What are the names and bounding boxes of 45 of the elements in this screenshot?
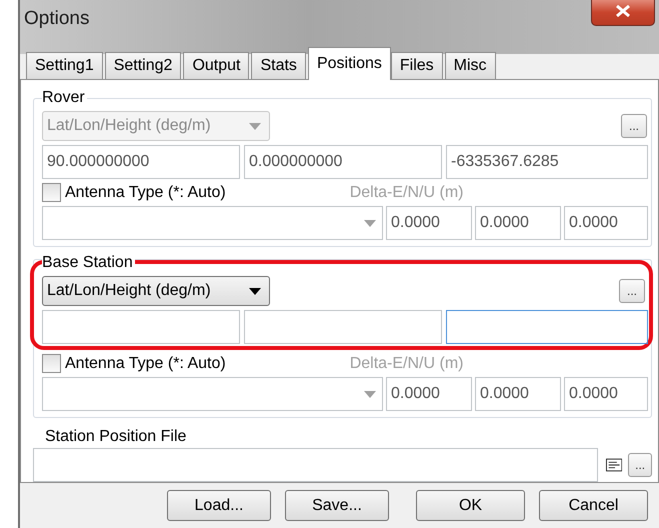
station-file-label: Station Position File xyxy=(45,428,188,446)
station-file-field[interactable] xyxy=(33,448,598,482)
tab[interactable]: Misc xyxy=(444,52,496,80)
antenna-checkbox[interactable] xyxy=(42,183,61,202)
list-icon xyxy=(606,458,622,472)
dropdown-arrow-icon xyxy=(249,288,261,294)
delta-field[interactable]: 0.0000 xyxy=(475,206,561,240)
coordinate-field[interactable] xyxy=(244,310,442,344)
dialog-button[interactable]: OK xyxy=(416,490,525,521)
tab[interactable]: Stats xyxy=(251,52,306,80)
tab[interactable]: Output xyxy=(183,52,250,80)
antenna-checkbox[interactable] xyxy=(42,354,61,373)
dropdown-arrow-icon xyxy=(364,220,376,226)
close-button[interactable] xyxy=(591,0,655,26)
antenna-dropdown[interactable] xyxy=(42,377,383,411)
tab[interactable]: Setting2 xyxy=(104,52,182,80)
delta-field[interactable]: 0.0000 xyxy=(475,377,561,411)
dialog-button[interactable]: Save... xyxy=(285,490,389,521)
dialog-button[interactable]: Load... xyxy=(167,490,271,521)
window-title: Options xyxy=(24,8,90,30)
delta-field[interactable]: 0.0000 xyxy=(564,377,648,411)
coordinate-field[interactable] xyxy=(446,310,648,344)
close-icon xyxy=(615,5,631,17)
tab[interactable]: Files xyxy=(390,52,443,80)
browse-button[interactable]: ... xyxy=(621,114,647,138)
coordinate-field[interactable]: 0.000000000 xyxy=(244,145,442,179)
delta-field[interactable]: 0.0000 xyxy=(386,377,472,411)
dropdown-arrow-icon xyxy=(364,390,376,398)
tab[interactable]: Setting1 xyxy=(26,52,103,80)
delta-field[interactable]: 0.0000 xyxy=(386,206,472,240)
coordinate-field[interactable] xyxy=(42,310,240,344)
dropdown-arrow-icon xyxy=(249,122,261,130)
delta-label: Delta-E/N/U (m) xyxy=(350,354,464,372)
delta-field[interactable]: 0.0000 xyxy=(564,206,648,240)
dialog-button[interactable]: Cancel xyxy=(539,490,648,521)
format-dropdown[interactable]: Lat/Lon/Height (deg/m) xyxy=(42,276,270,306)
antenna-dropdown[interactable] xyxy=(42,206,383,240)
coordinate-field[interactable]: 90.000000000 xyxy=(42,145,240,179)
tab[interactable]: Positions xyxy=(308,47,391,80)
browse-button[interactable]: ... xyxy=(628,453,652,477)
delta-label: Delta-E/N/U (m) xyxy=(350,184,464,202)
antenna-label: Antenna Type (*: Auto) xyxy=(65,184,226,202)
antenna-label: Antenna Type (*: Auto) xyxy=(65,354,226,372)
browse-button[interactable]: ... xyxy=(619,279,645,303)
coordinate-field[interactable]: -6335367.6285 xyxy=(446,145,648,179)
